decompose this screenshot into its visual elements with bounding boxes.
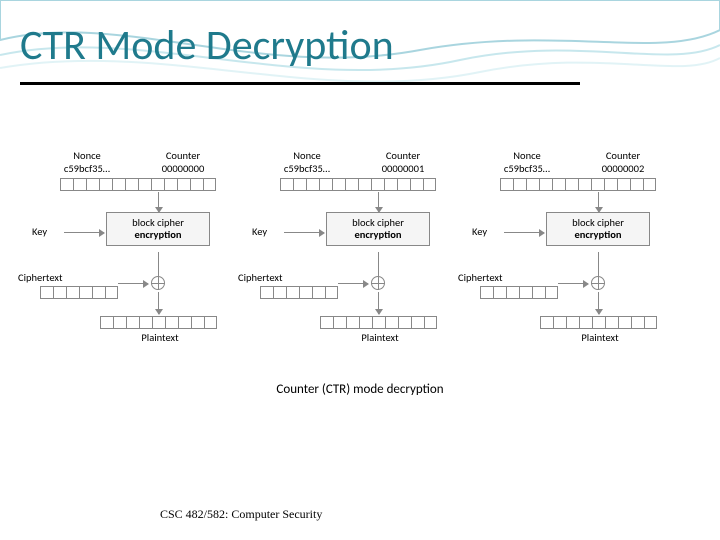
- ctr-block-2: NonceCounterc59bcf35…00000002Keyblock ci…: [480, 150, 680, 410]
- plaintext-row: [100, 316, 217, 329]
- key-arrow: [64, 232, 104, 233]
- ciphertext-label: Ciphertext: [238, 272, 298, 284]
- ciphertext-label: Ciphertext: [18, 272, 78, 284]
- plaintext-label: Plaintext: [570, 332, 630, 344]
- counter-value: 00000000: [148, 163, 218, 175]
- cipher-box: block cipherencryption: [106, 212, 210, 246]
- ctr-block-0: NonceCounterc59bcf35…00000000Keyblock ci…: [40, 150, 240, 410]
- ciphertext-row: [480, 286, 558, 299]
- nonce-value: c59bcf35…: [492, 163, 562, 175]
- input-block-row: [280, 178, 436, 191]
- xor-icon: [591, 276, 605, 290]
- ciphertext-arrow: [338, 283, 368, 284]
- arrow-down: [158, 192, 159, 212]
- plaintext-label: Plaintext: [130, 332, 190, 344]
- arrow-down: [598, 192, 599, 212]
- cipher-box: block cipherencryption: [546, 212, 650, 246]
- input-block-row: [60, 178, 216, 191]
- title-underline: [20, 82, 580, 85]
- nonce-value: c59bcf35…: [272, 163, 342, 175]
- nonce-label: Nonce: [492, 150, 562, 162]
- arrow-down: [158, 252, 159, 276]
- key-label: Key: [252, 226, 282, 238]
- xor-icon: [371, 276, 385, 290]
- key-arrow: [504, 232, 544, 233]
- ciphertext-arrow: [558, 283, 588, 284]
- diagram-caption: Counter (CTR) mode decryption: [40, 382, 680, 397]
- arrow-down: [378, 292, 379, 314]
- cipher-box: block cipherencryption: [326, 212, 430, 246]
- arrow-down: [598, 252, 599, 276]
- plaintext-label: Plaintext: [350, 332, 410, 344]
- slide-title: CTR Mode Decryption: [20, 20, 394, 71]
- counter-label: Counter: [588, 150, 658, 162]
- ciphertext-row: [260, 286, 338, 299]
- ctr-block-1: NonceCounterc59bcf35…00000001Keyblock ci…: [260, 150, 460, 410]
- plaintext-row: [540, 316, 657, 329]
- plaintext-row: [320, 316, 437, 329]
- counter-label: Counter: [148, 150, 218, 162]
- nonce-label: Nonce: [52, 150, 122, 162]
- key-arrow: [284, 232, 324, 233]
- counter-value: 00000002: [588, 163, 658, 175]
- input-block-row: [500, 178, 656, 191]
- arrow-down: [378, 252, 379, 276]
- nonce-label: Nonce: [272, 150, 342, 162]
- ctr-diagram: Nonce Counter c59bcf35… 00000000 Key block ci…: [40, 150, 680, 430]
- counter-value: 00000001: [368, 163, 438, 175]
- counter-label: Counter: [368, 150, 438, 162]
- slide-footer: CSC 482/582: Computer Security: [160, 507, 322, 522]
- ciphertext-arrow: [118, 283, 148, 284]
- arrow-down: [598, 292, 599, 314]
- arrow-down: [378, 192, 379, 212]
- key-label: Key: [32, 226, 62, 238]
- key-label: Key: [472, 226, 502, 238]
- nonce-value: c59bcf35…: [52, 163, 122, 175]
- ciphertext-label: Ciphertext: [458, 272, 518, 284]
- arrow-down: [158, 292, 159, 314]
- xor-icon: [151, 276, 165, 290]
- ciphertext-row: [40, 286, 118, 299]
